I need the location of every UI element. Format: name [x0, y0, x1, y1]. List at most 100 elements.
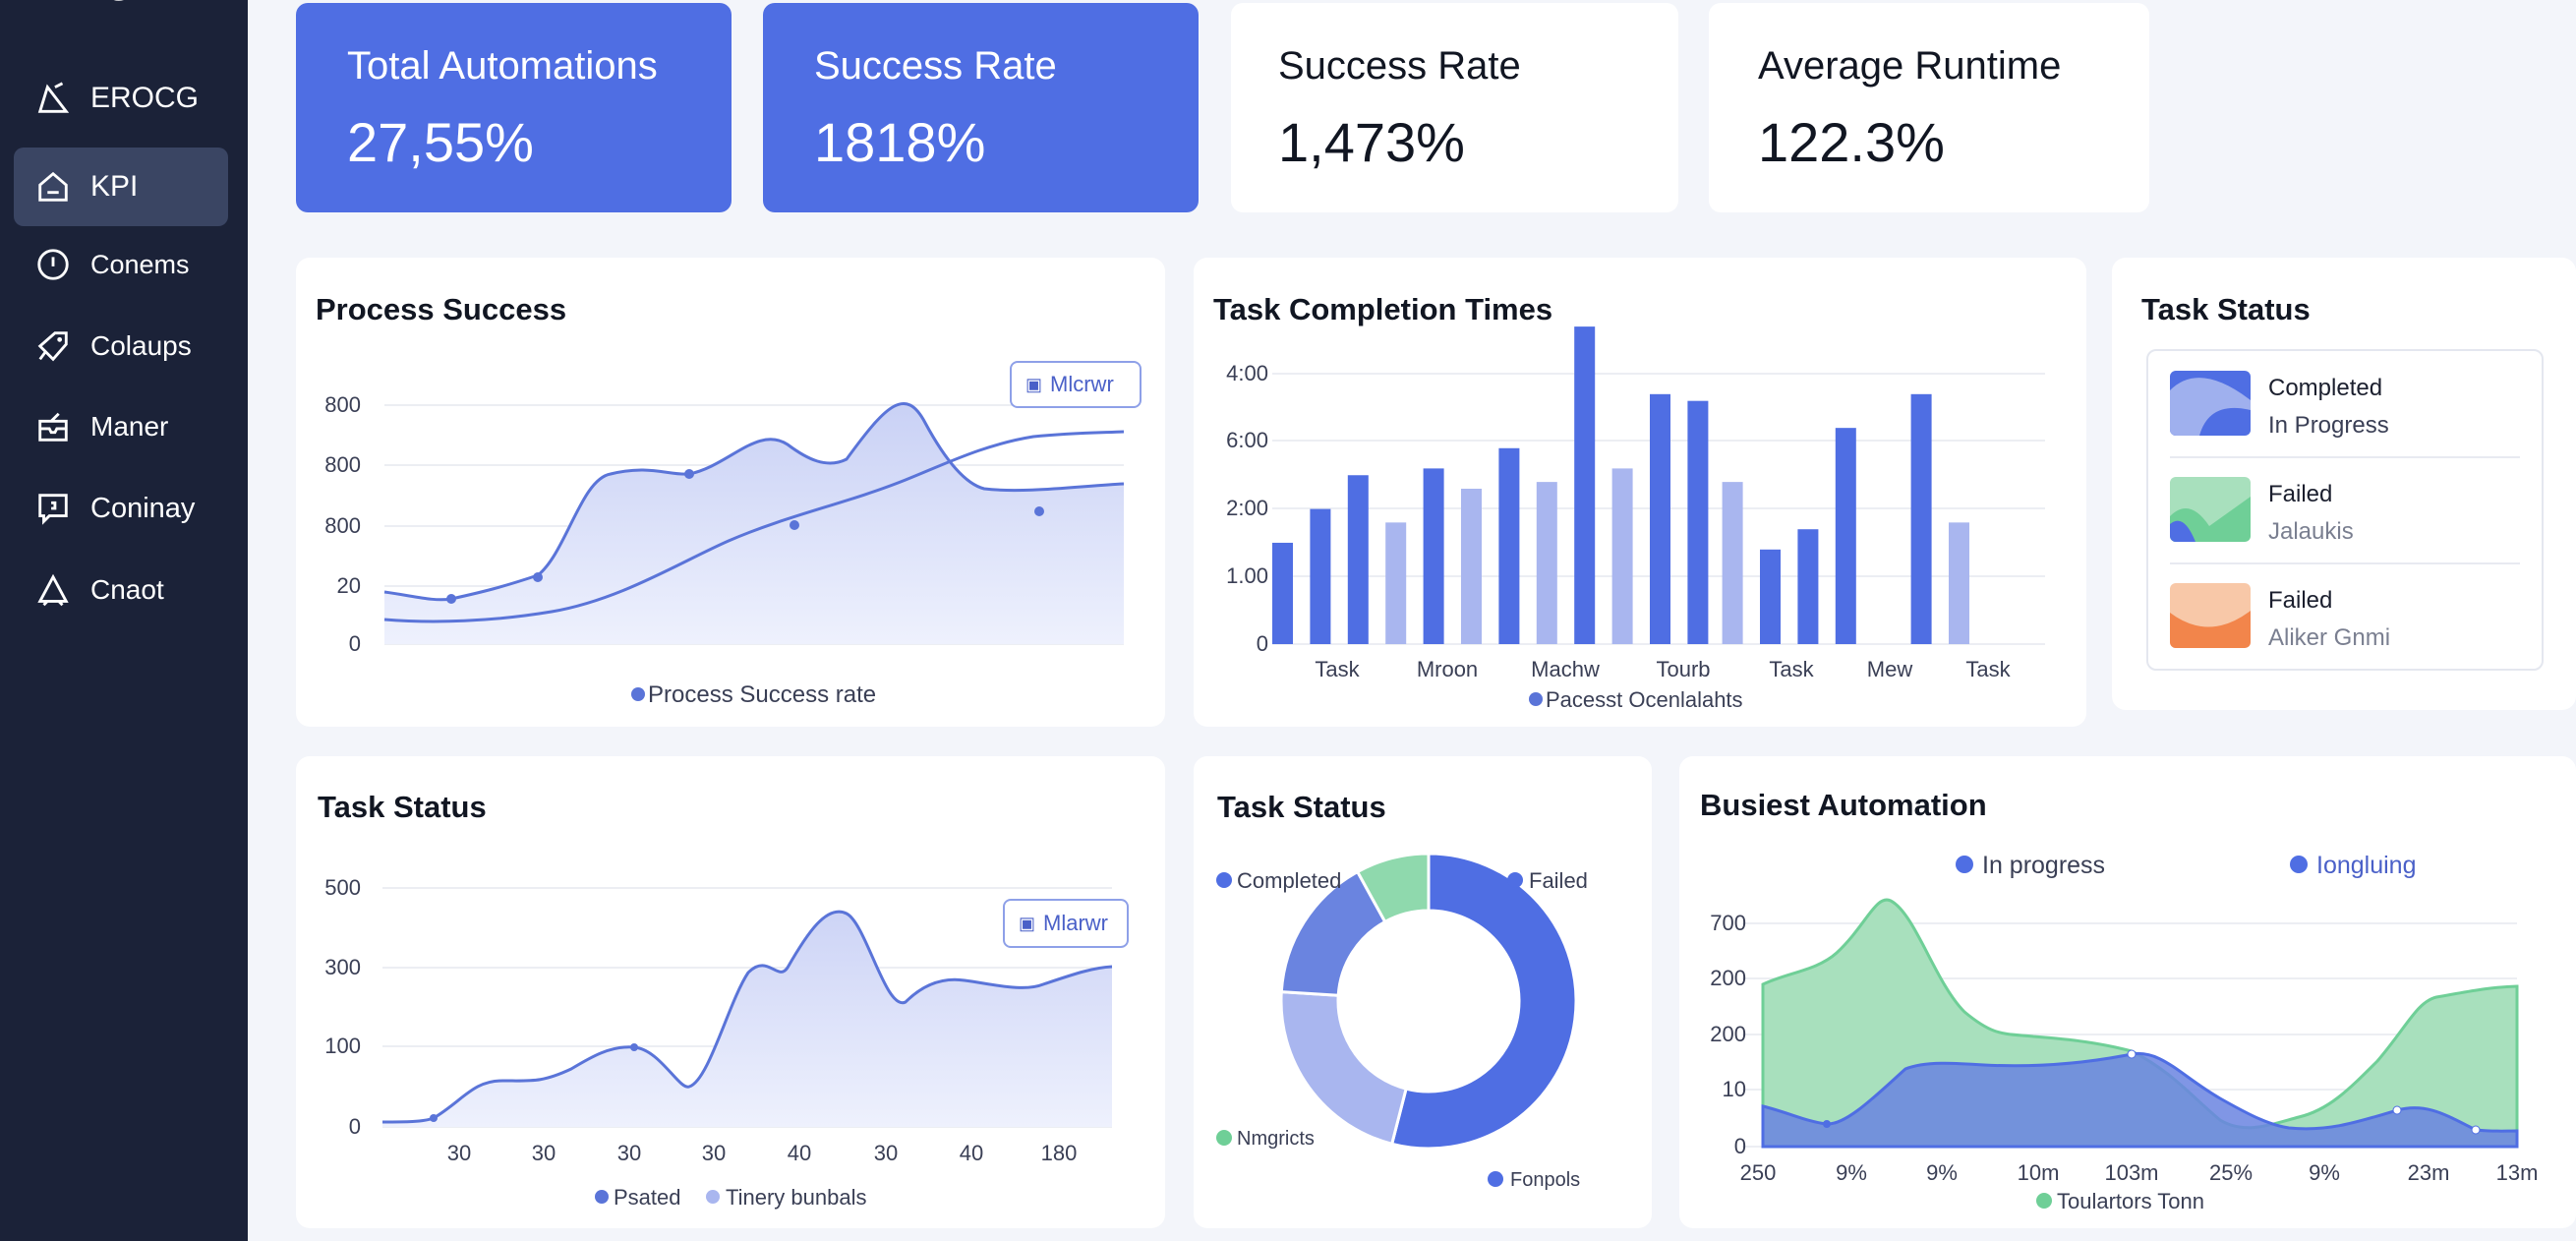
sidebar-item-label: KPI	[90, 170, 139, 203]
y-tick: 4:00	[1226, 361, 1268, 385]
tooltip-text: Mlarwr	[1043, 911, 1109, 935]
sidebar-item-label: Cnaot	[90, 574, 164, 605]
legend-label: Pacesst Ocenlalahts	[1546, 687, 1743, 712]
x-tick: 250	[1740, 1160, 1777, 1185]
sidebar: EROCG KPI Conems Colaups Maner Coninay C…	[0, 0, 248, 1241]
tooltip-text: Mlcrwr	[1050, 372, 1114, 396]
sidebar-item-maner[interactable]: Maner	[14, 387, 228, 466]
x-tick: 40	[960, 1141, 983, 1165]
divider	[2170, 562, 2520, 564]
bar	[1347, 475, 1369, 644]
x-tick: Task	[1315, 657, 1360, 681]
data-point	[790, 520, 799, 530]
legend-dot	[706, 1190, 720, 1204]
triangle-warning-icon	[33, 79, 73, 118]
y-tick: 700	[1710, 911, 1746, 935]
divider	[2170, 456, 2520, 458]
x-tick: Machw	[1531, 657, 1600, 681]
legend-dot	[2036, 1193, 2052, 1209]
bar	[1385, 522, 1407, 644]
sidebar-item-kpi[interactable]: KPI	[14, 148, 228, 226]
bar	[1272, 542, 1293, 644]
panel-title: Task Status	[2141, 292, 2311, 326]
bar	[1722, 482, 1743, 644]
x-tick: 9%	[2309, 1160, 2340, 1185]
legend-label: Toulartors Tonn	[2057, 1189, 2204, 1213]
x-tick: 30	[532, 1141, 556, 1165]
sidebar-item-conems[interactable]: Conems	[14, 225, 228, 304]
y-tick: 0	[1734, 1134, 1746, 1158]
kpi-card-total-automations[interactable]: Total Automations 27,55%	[296, 3, 732, 212]
lock-icon: ▣	[1025, 374, 1043, 394]
x-tick: 180	[1041, 1141, 1078, 1165]
status-label: Failed	[2268, 587, 2333, 614]
status-swatch	[2170, 371, 2251, 436]
x-tick: Tourb	[1656, 657, 1710, 681]
status-sublabel: Aliker Gnmi	[2268, 624, 2391, 651]
sidebar-item-label: Colaups	[90, 330, 192, 361]
legend-label: Fonpols	[1510, 1169, 1580, 1191]
x-tick: 30	[447, 1141, 471, 1165]
legend-label: Tinery bunbals	[726, 1185, 866, 1210]
status-item-failed[interactable]: Failed Jalaukis	[2170, 477, 2520, 575]
bar	[1574, 326, 1596, 644]
bar	[1687, 400, 1709, 644]
task-completion-chart: 4:00 6:00 2:00 1.00 0 Task Mroon Machw T…	[1226, 326, 2045, 712]
sidebar-item-coninay[interactable]: Coninay	[14, 469, 228, 548]
sidebar-item-colaups[interactable]: Colaups	[14, 307, 228, 385]
bar	[1310, 508, 1331, 644]
kpi-value: 1818%	[814, 111, 986, 173]
logo-icon	[114, 0, 124, 1]
kpi-value: 122.3%	[1758, 111, 1945, 173]
lock-icon: ▣	[1019, 913, 1036, 933]
status-item-completed[interactable]: Completed In Progress	[2170, 371, 2520, 469]
data-point	[446, 594, 456, 604]
x-tick: Mroon	[1417, 657, 1478, 681]
area-fill	[382, 912, 1112, 1127]
legend-dot	[2290, 856, 2308, 873]
kpi-value: 1,473%	[1278, 111, 1465, 173]
process-success-chart: 800 800 800 20 0 Process Success rate	[324, 392, 1125, 708]
x-tick: 13m	[2496, 1160, 2539, 1185]
status-swatch	[2170, 477, 2251, 542]
legend-dot	[1216, 1130, 1232, 1146]
y-tick: 200	[1710, 1022, 1746, 1046]
sidebar-item-label: EROCG	[90, 82, 200, 114]
chat-icon	[33, 489, 73, 528]
kpi-value: 27,55%	[347, 111, 534, 173]
y-tick: 800	[324, 392, 361, 417]
triangle-icon	[33, 570, 73, 610]
sidebar-item-cnaot[interactable]: Cnaot	[14, 551, 228, 629]
y-tick: 800	[324, 513, 361, 538]
kpi-card-success-rate[interactable]: Success Rate 1818%	[763, 3, 1199, 212]
bar	[1797, 529, 1819, 644]
bar	[1760, 549, 1781, 644]
status-item-failed-2[interactable]: Failed Aliker Gnmi	[2170, 583, 2520, 681]
legend-label: Iongluing	[2316, 852, 2416, 879]
legend-label: In progress	[1982, 852, 2105, 879]
sidebar-item-erocg[interactable]: EROCG	[14, 59, 228, 138]
bar	[1536, 482, 1557, 644]
data-point	[1823, 1120, 1831, 1128]
kpi-title: Success Rate	[814, 44, 1057, 88]
kpi-card-success-rate-2[interactable]: Success Rate 1,473%	[1231, 3, 1678, 212]
y-tick: 0	[349, 631, 361, 656]
sidebar-item-label: Coninay	[90, 492, 196, 524]
kpi-card-average-runtime[interactable]: Average Runtime 122.3%	[1709, 3, 2149, 212]
sidebar-item-label: Maner	[90, 411, 169, 442]
legend-dot	[631, 687, 645, 701]
legend-dot	[1507, 872, 1523, 888]
y-tick: 6:00	[1226, 428, 1268, 452]
x-tick: 30	[617, 1141, 641, 1165]
y-tick: 200	[1710, 966, 1746, 990]
chart-tooltip: ▣ Mlcrwr	[1010, 361, 1142, 408]
legend-dot	[1956, 856, 1973, 873]
bar	[1498, 447, 1520, 644]
x-tick: 10m	[2018, 1160, 2060, 1185]
legend-label: Failed	[1529, 868, 1588, 893]
bar	[1650, 393, 1670, 644]
chart-tooltip: ▣ Mlarwr	[1003, 899, 1129, 948]
kpi-title: Total Automations	[347, 44, 658, 88]
y-tick: 2:00	[1226, 496, 1268, 520]
y-tick: 0	[1257, 631, 1268, 656]
